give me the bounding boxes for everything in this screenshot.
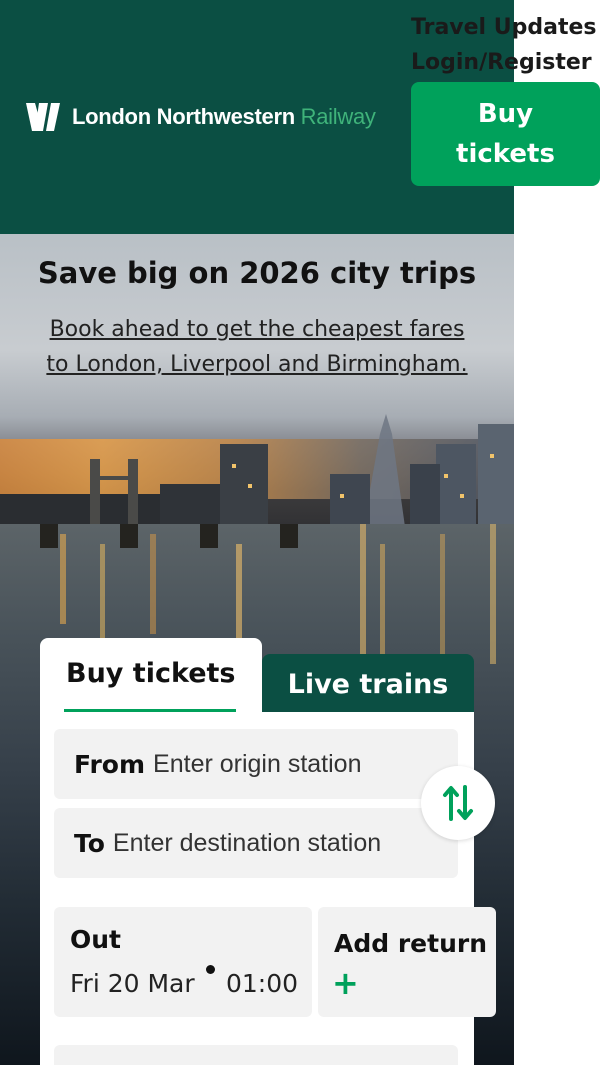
passengers-field[interactable] bbox=[54, 1045, 458, 1065]
swap-stations-button[interactable] bbox=[421, 766, 495, 840]
outbound-date-picker[interactable]: Out Fri 20 Mar 01:00 bbox=[54, 907, 312, 1017]
from-station-field[interactable]: From Enter origin station bbox=[54, 729, 458, 799]
brand-name-accent: Railway bbox=[300, 104, 376, 129]
login-register-link[interactable]: Login/Register bbox=[411, 48, 592, 78]
lnr-logo-icon bbox=[26, 103, 60, 131]
hero-title: Save big on 2026 city trips bbox=[37, 256, 477, 290]
tab-live-trains[interactable]: Live trains bbox=[262, 654, 474, 714]
to-placeholder: Enter destination station bbox=[112, 828, 382, 857]
header-buy-tickets-button[interactable]: Buy tickets bbox=[411, 82, 600, 186]
brand-name-main: London Northwestern bbox=[72, 104, 295, 129]
from-label: From bbox=[74, 749, 146, 779]
brand-logo[interactable]: London Northwestern Railway bbox=[26, 100, 376, 134]
city-skyline-image bbox=[0, 414, 514, 534]
to-station-field[interactable]: To Enter destination station bbox=[54, 808, 458, 878]
add-return-label: Add return bbox=[334, 929, 488, 958]
plus-icon: + bbox=[332, 964, 359, 1002]
from-placeholder: Enter origin station bbox=[153, 749, 362, 778]
out-date: Fri 20 Mar bbox=[70, 969, 195, 998]
to-label: To bbox=[74, 828, 105, 858]
swap-arrows-icon bbox=[443, 785, 473, 821]
hero-subtitle-link[interactable]: Book ahead to get the cheapest fares to … bbox=[40, 312, 474, 382]
brand-name: London Northwestern Railway bbox=[72, 104, 376, 130]
travel-updates-link[interactable]: Travel Updates bbox=[411, 13, 597, 43]
out-time: 01:00 bbox=[226, 969, 299, 998]
add-return-button[interactable]: Add return + bbox=[318, 907, 496, 1017]
separator-dot bbox=[206, 965, 215, 974]
out-label: Out bbox=[70, 925, 122, 954]
tab-buy-tickets-label: Buy tickets bbox=[66, 658, 236, 689]
tab-buy-tickets[interactable]: Buy tickets bbox=[40, 638, 262, 714]
